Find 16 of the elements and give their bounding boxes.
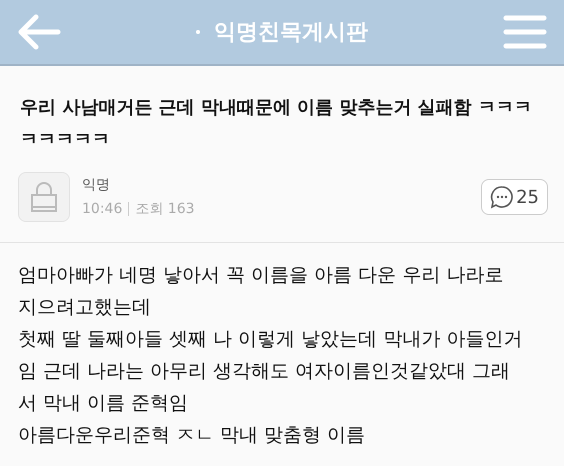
dot-icon (196, 30, 200, 34)
body-text-line: 엄마아빠가 네명 낳아서 꼭 이름을 아름 다운 우리 나라로 (18, 263, 504, 288)
post-time: 10:46 (82, 201, 122, 217)
body-text-line: 임 근데 나라는 아무리 생각해도 여자이름인것같았대 그래 (18, 359, 512, 384)
board-title: 익명친목게시판 (214, 19, 368, 47)
back-arrow-icon[interactable] (16, 12, 62, 52)
author-name: 익명 (82, 176, 111, 194)
comment-button[interactable]: 25 (481, 179, 548, 215)
post-title: 우리 사남매거든 근데 막내때문에 이름 맞추는거 실패함 ㅋㅋㅋㅋㅋㅋㅋㅋ (19, 96, 533, 152)
body-text-line: 서 막내 이름 준혁임 (18, 391, 190, 416)
body-text-line: 아름다운우리준혁 ㅈㄴ 막내 맞춤형 이름 (18, 423, 366, 448)
lock-icon (30, 181, 58, 213)
speech-bubble-icon (490, 185, 514, 209)
body-text-line: 첫째 딸 둘째아들 셋째 나 이렇게 낳았는데 막내가 아들인거 (18, 327, 524, 352)
view-count: 조회 163 (135, 200, 195, 218)
body-text-line: 지으려고했는데 (18, 295, 152, 320)
